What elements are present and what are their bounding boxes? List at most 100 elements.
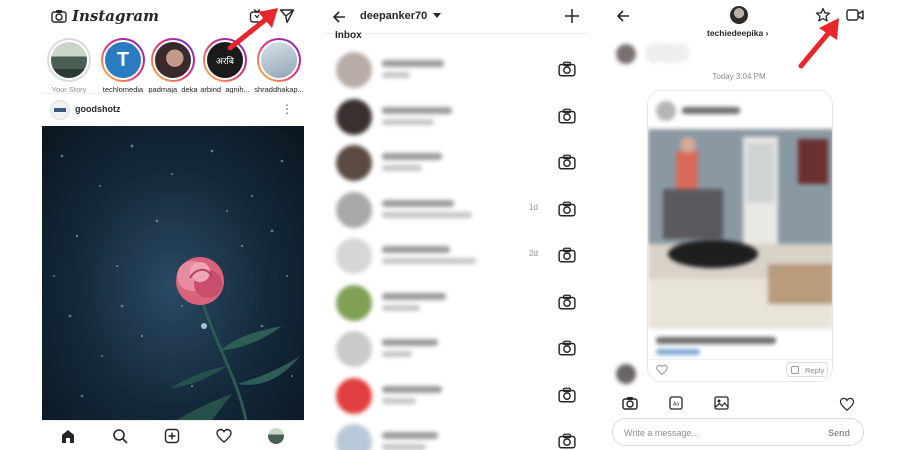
shared-post-card[interactable]: Reply — [647, 90, 833, 382]
sticker-icon[interactable]: Aa — [669, 396, 683, 410]
shared-post-caption — [656, 337, 776, 344]
avatar — [616, 44, 636, 64]
conversation-name — [382, 339, 438, 346]
camera-icon[interactable] — [622, 396, 638, 410]
conversation-preview — [382, 397, 416, 404]
conversation-row[interactable] — [322, 141, 590, 187]
story-padmaja-deka[interactable]: padmaja_deka — [147, 38, 199, 94]
avatar[interactable] — [730, 6, 748, 24]
annotation-arrow-icon — [227, 8, 278, 51]
rose-photo — [53, 144, 300, 420]
chat-username[interactable]: techiedeepika › — [707, 28, 768, 38]
conversation-time: 2d — [529, 249, 538, 258]
conversation-name — [382, 199, 454, 207]
post-image[interactable] — [42, 126, 304, 420]
feed-screen: Instagram Your Story T techlomedia padma… — [42, 0, 304, 450]
like-heart-icon[interactable] — [656, 364, 668, 376]
conversation-row[interactable] — [322, 420, 590, 450]
avatar — [336, 238, 372, 274]
new-message-plus-icon[interactable] — [565, 9, 579, 23]
conversation-row[interactable] — [322, 327, 590, 373]
avatar — [336, 145, 372, 181]
camera-icon[interactable] — [558, 433, 576, 449]
back-arrow-icon[interactable] — [616, 9, 630, 23]
conversation-preview — [382, 304, 420, 311]
camera-icon[interactable] — [558, 108, 576, 124]
story-ring: T — [101, 38, 145, 82]
conversation-row[interactable] — [322, 374, 590, 420]
avatar — [336, 377, 372, 414]
story-ring — [151, 38, 195, 82]
post-username[interactable]: goodshotz — [75, 104, 121, 114]
camera-icon[interactable] — [558, 201, 576, 217]
story-techlomedia[interactable]: T techlomedia — [97, 38, 149, 94]
story-badge-text: अरबि — [215, 56, 235, 67]
chat-screen: techiedeepika › Today 3:04 PM Reply Aa W… — [607, 0, 871, 450]
conversation-row[interactable]: 2d — [322, 234, 590, 280]
home-icon[interactable] — [60, 428, 76, 444]
video-call-icon[interactable] — [846, 8, 864, 22]
gallery-icon[interactable] — [714, 396, 729, 410]
conversation-row[interactable] — [322, 48, 590, 94]
inbox-screen: deepanker70 Inbox 1d 2d — [322, 0, 590, 450]
conversation-name — [382, 153, 442, 160]
send-button[interactable]: Send — [828, 428, 850, 438]
profile-icon[interactable] — [268, 428, 284, 444]
avatar — [336, 424, 372, 450]
back-arrow-icon[interactable] — [332, 10, 346, 24]
shared-video[interactable] — [648, 129, 832, 329]
story-ring — [47, 38, 91, 82]
conversation-name — [382, 292, 446, 300]
more-options-icon[interactable]: ⋮ — [281, 102, 293, 116]
divider — [648, 359, 832, 360]
shared-post-username — [682, 107, 740, 114]
conversation-preview — [382, 444, 426, 450]
svg-text:Aa: Aa — [673, 402, 679, 408]
conversation-preview — [382, 258, 476, 264]
story-your-story[interactable]: Your Story — [43, 38, 95, 94]
conversation-name — [382, 385, 442, 393]
conversation-preview — [382, 165, 422, 171]
message-input[interactable]: Write a message... Send — [612, 418, 864, 446]
search-icon[interactable] — [112, 428, 128, 444]
heart-icon[interactable] — [839, 397, 855, 412]
camera-icon[interactable] — [558, 61, 576, 77]
camera-icon[interactable] — [558, 247, 576, 263]
conversation-row[interactable]: 1d — [322, 188, 590, 234]
avatar — [656, 101, 676, 121]
camera-icon[interactable] — [558, 294, 576, 310]
conversation-row[interactable] — [322, 281, 590, 327]
add-post-icon[interactable] — [164, 428, 180, 444]
conversation-name — [382, 432, 438, 439]
chevron-down-icon[interactable] — [433, 13, 441, 19]
conversation-name — [382, 246, 450, 253]
avatar — [49, 40, 89, 80]
camera-icon[interactable] — [558, 154, 576, 170]
app-logo: Instagram — [72, 7, 159, 25]
avatar — [336, 284, 372, 321]
avatar[interactable] — [50, 100, 70, 120]
avatar — [616, 364, 636, 384]
conversation-preview — [382, 72, 410, 78]
inbox-section-label: Inbox — [335, 30, 362, 41]
annotation-arrow-icon — [798, 18, 839, 69]
reply-icon — [791, 366, 799, 374]
heart-icon[interactable] — [216, 428, 232, 444]
post-header: goodshotz ⋮ — [42, 97, 304, 125]
conversation-time: 1d — [529, 202, 538, 212]
reply-label: Reply — [805, 366, 825, 375]
camera-icon[interactable] — [558, 340, 576, 356]
message-placeholder: Write a message... — [624, 428, 699, 438]
account-switcher[interactable]: deepanker70 — [360, 10, 427, 22]
conversation-preview — [382, 351, 412, 357]
conversation-name — [382, 60, 444, 67]
avatar — [336, 52, 372, 88]
conversation-preview — [382, 118, 434, 125]
avatar — [153, 40, 193, 80]
divider — [42, 93, 304, 94]
camera-icon[interactable] — [558, 387, 576, 403]
conversation-row[interactable] — [322, 95, 590, 141]
camera-icon[interactable] — [51, 9, 67, 23]
shared-post-link — [656, 349, 700, 355]
bottom-nav — [42, 420, 304, 450]
